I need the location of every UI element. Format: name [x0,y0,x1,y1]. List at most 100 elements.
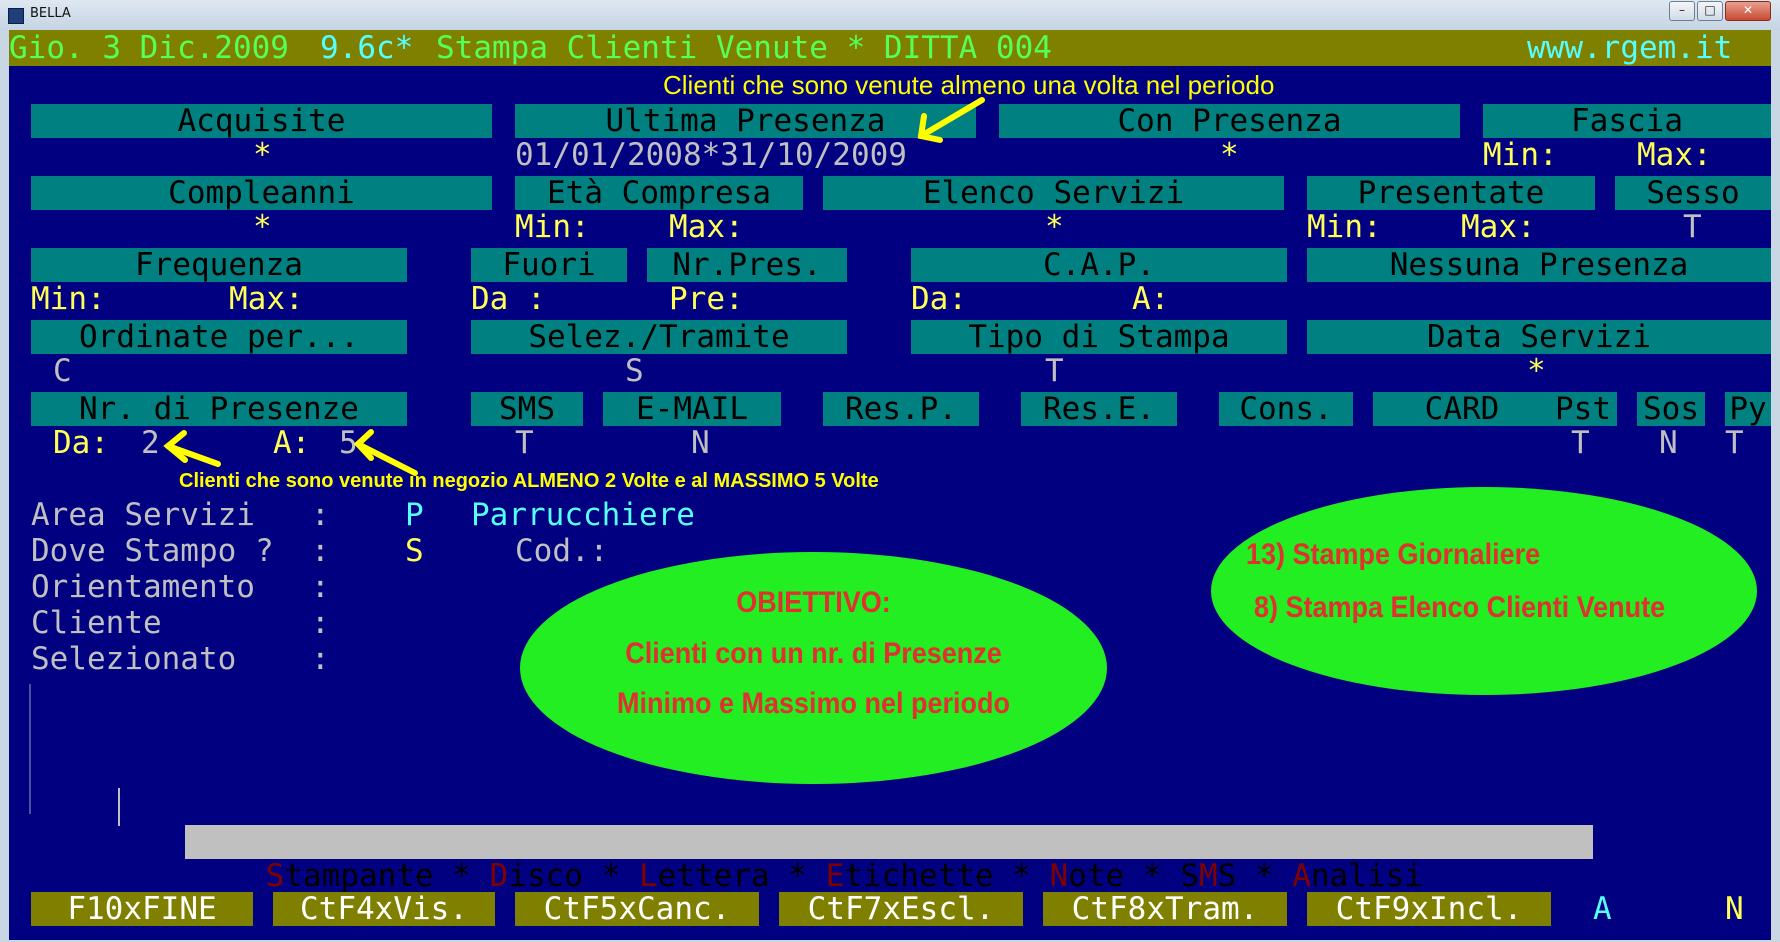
objective-line1: Clienti con un nr. di Presenze [625,637,1002,670]
maximize-button[interactable]: □ [1697,1,1723,21]
servizi-value[interactable]: * [1045,210,1064,244]
label-cons[interactable]: Cons. [1219,392,1353,426]
fkey-f10-fine[interactable]: F10xFINE [31,892,253,926]
sesso-value[interactable]: T [1683,210,1702,244]
data-servizi-value[interactable]: * [1527,354,1546,388]
area-servizi-code[interactable]: P [405,498,424,532]
nr-presenze-a-label: A: [273,425,311,461]
label-res-p[interactable]: Res.P. [823,392,979,426]
sos-value[interactable]: N [1659,426,1678,460]
label-email[interactable]: E-MAIL [603,392,781,426]
area-servizi-name: Parrucchiere [471,497,695,533]
menu-stampante[interactable]: Stampante [266,858,434,894]
header-version: 9.6c* [320,30,414,66]
label-acquisite[interactable]: Acquisite [31,104,492,138]
fkey-ctf9-incl[interactable]: CtF9xIncl. [1307,892,1551,926]
ordinate-value[interactable]: C [53,354,72,388]
cliente-label: Cliente : [31,605,330,641]
fkey-ctf4-vis[interactable]: CtF4xVis. [273,892,495,926]
presentate-max-label: Max: [1461,209,1536,245]
tipo-value[interactable]: T [1045,354,1064,388]
pst-value[interactable]: T [1571,426,1590,460]
period-value[interactable]: 01/01/2008*31/10/2009 [515,138,907,172]
window-titlebar: BELLA – □ ✕ [0,0,1780,30]
label-sos[interactable]: Sos [1637,392,1705,426]
menu-path-line1: 13) Stampe Giornaliere [1246,538,1541,571]
window-title: BELLA [30,6,71,21]
label-eta-compresa[interactable]: Età Compresa [515,176,803,210]
eta-min-label: Min: [515,209,590,245]
menu-etichette[interactable]: Etichette [826,858,994,894]
frequenza-min-label: Min: [31,281,106,317]
dove-stampo-label: Dove Stampo ? : [31,533,330,569]
header-title: Stampa Clienti Venute * DITTA 004 [436,30,1052,66]
menu-disco[interactable]: Disco [490,858,583,894]
selez-value[interactable]: S [625,354,644,388]
minimize-button[interactable]: – [1669,1,1695,21]
menu-bar: Stampante * Disco * Lettera * Etichette … [185,825,1593,893]
label-card[interactable]: CARD [1373,392,1551,426]
label-data-servizi[interactable]: Data Servizi [1307,320,1771,354]
label-sms[interactable]: SMS [471,392,583,426]
label-ultima-presenza[interactable]: Ultima Presenza [515,104,976,138]
objective-title: OBIETTIVO: [736,586,891,619]
con-presenza-value[interactable]: * [1220,138,1239,172]
label-res-e[interactable]: Res.E. [1021,392,1177,426]
label-compleanni[interactable]: Compleanni [31,176,492,210]
label-elenco-servizi[interactable]: Elenco Servizi [823,176,1284,210]
text-cursor [118,788,120,826]
cap-a-label: A: [1132,281,1170,317]
arrow-icon [163,97,985,476]
menu-note[interactable]: Note [1050,858,1125,894]
header-website: www.rgem.it [1527,30,1733,66]
cap-da-label: Da: [911,281,967,317]
eta-max-label: Max: [669,209,744,245]
compleanni-value[interactable]: * [253,210,272,244]
menu-lettera[interactable]: Lettera [639,858,770,894]
app-icon [8,8,24,24]
terminal-console: Gio. 3 Dic.2009 9.6c* Stampa Clienti Ven… [9,30,1771,940]
label-pst[interactable]: Pst [1549,392,1617,426]
label-selez-tramite[interactable]: Selez./Tramite [471,320,847,354]
label-fuori[interactable]: Fuori [471,248,627,282]
menu-path-line2: 8) Stampa Elenco Clienti Venute [1254,591,1666,624]
orientamento-label: Orientamento : [31,569,330,605]
label-presentate[interactable]: Presentate [1307,176,1595,210]
acquisite-value[interactable]: * [253,138,272,172]
label-nr-pres[interactable]: Nr.Pres. [647,248,847,282]
fascia-max-label: Max: [1637,137,1712,173]
sms-value[interactable]: T [515,426,534,460]
frequenza-max-label: Max: [229,281,304,317]
dove-stampo-value[interactable]: S [405,534,424,568]
label-ordinate-per[interactable]: Ordinate per... [31,320,407,354]
nr-presenze-da-value[interactable]: 2 [141,426,160,460]
label-con-presenza[interactable]: Con Presenza [999,104,1460,138]
fkey-ctf5-canc[interactable]: CtF5xCanc. [515,892,759,926]
label-tipo-di-stampa[interactable]: Tipo di Stampa [911,320,1287,354]
label-sesso[interactable]: Sesso [1615,176,1771,210]
py-value[interactable]: T [1725,426,1744,460]
fuori-da-label: Da : [471,281,546,317]
annotation-top: Clienti che sono venute almeno una volta… [663,70,1275,100]
close-button[interactable]: ✕ [1725,1,1771,21]
presentate-min-label: Min: [1307,209,1382,245]
status-right: N [1725,891,1744,927]
label-fascia[interactable]: Fascia [1483,104,1771,138]
menu-sms[interactable]: SMS [1180,858,1236,894]
cod-label: Cod.: [515,533,609,569]
fkey-ctf7-escl[interactable]: CtF7xEscl. [779,892,1023,926]
label-nr-di-presenze[interactable]: Nr. di Presenze [31,392,407,426]
nr-presenze-da-label: Da: [53,425,109,461]
fkey-ctf8-tram[interactable]: CtF8xTram. [1043,892,1287,926]
pre-label: Pre: [669,281,744,317]
menu-analisi[interactable]: Analisi [1292,858,1423,894]
label-py[interactable]: Py [1725,392,1771,426]
label-cap[interactable]: C.A.P. [911,248,1287,282]
area-servizi-label: Area Servizi : [31,497,330,533]
objective-line2: Minimo e Massimo nel periodo [616,687,1011,720]
label-nessuna-presenza[interactable]: Nessuna Presenza [1307,248,1771,282]
selezionato-label: Selezionato : [31,641,330,677]
label-frequenza[interactable]: Frequenza [31,248,407,282]
email-value[interactable]: N [691,426,710,460]
status-left: A [1593,891,1612,927]
